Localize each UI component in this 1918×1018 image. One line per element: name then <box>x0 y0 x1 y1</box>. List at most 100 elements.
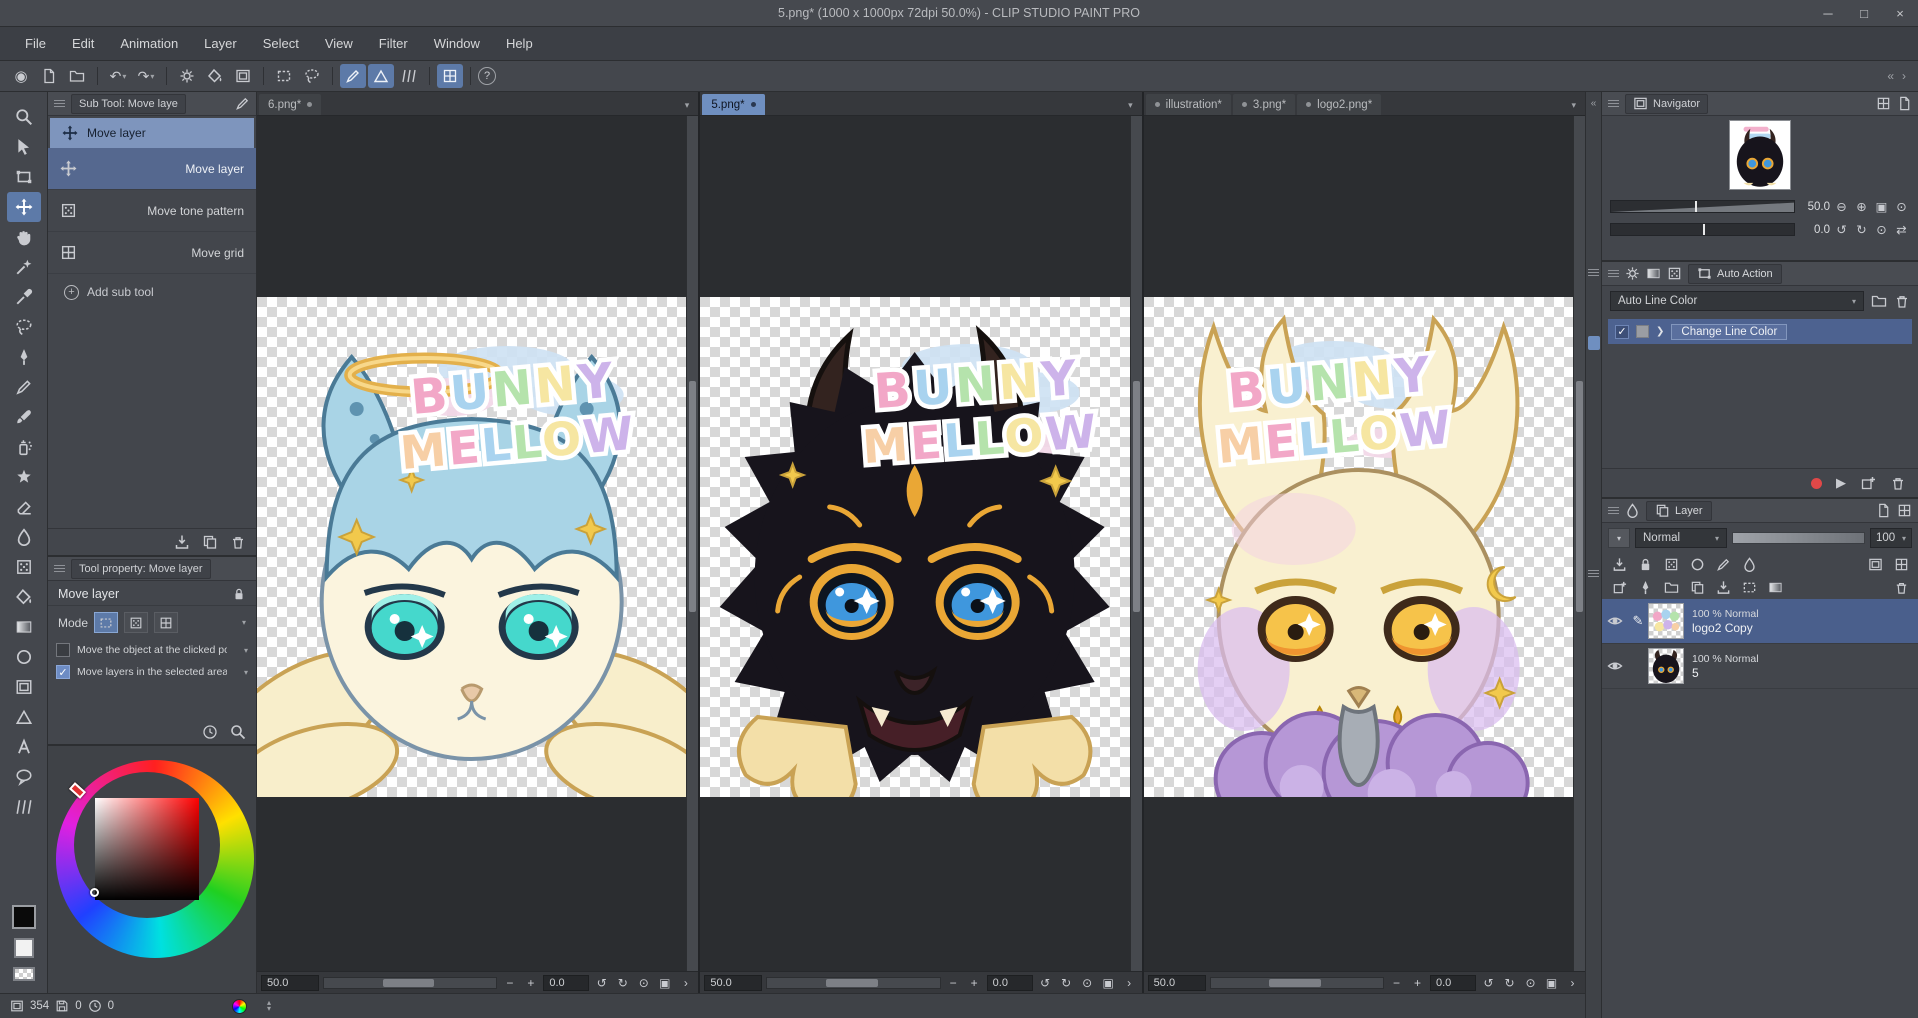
rotation-slider-marker[interactable] <box>1703 224 1705 235</box>
panel-grip-icon[interactable] <box>1588 570 1599 577</box>
more-options-chevron-icon[interactable]: › <box>677 974 694 991</box>
play-button[interactable]: ▶ <box>1836 475 1846 491</box>
checkbox-unchecked-icon[interactable] <box>56 643 70 657</box>
more-options-chevron-icon[interactable]: › <box>1564 974 1581 991</box>
mode-move-layer-button[interactable] <box>94 612 118 633</box>
horizontal-scrollbar[interactable] <box>1210 977 1384 989</box>
rotation-slider[interactable] <box>1610 223 1795 236</box>
zoom-value-box[interactable]: 50.0 <box>261 975 319 991</box>
zoom-out-button[interactable]: − <box>501 974 518 991</box>
new-set-icon[interactable] <box>1871 293 1887 309</box>
zoom-value-box[interactable]: 50.0 <box>1148 975 1206 991</box>
layer-list-icon[interactable] <box>1897 503 1912 518</box>
tab-3png[interactable]: 3.png* <box>1233 94 1295 115</box>
tool-lasso[interactable] <box>7 312 41 342</box>
tool-zoom[interactable] <box>7 102 41 132</box>
more-options-chevron-icon[interactable]: › <box>1121 974 1138 991</box>
deselect-button[interactable] <box>299 64 325 88</box>
sub-color-swatch[interactable] <box>14 938 34 958</box>
tool-auto-select[interactable] <box>7 252 41 282</box>
rotate-ccw-button[interactable]: ↺ <box>1833 221 1850 238</box>
tool-decoration[interactable] <box>7 462 41 492</box>
maximize-button[interactable]: □ <box>1846 0 1882 26</box>
add-sub-tool-button[interactable]: + Add sub tool <box>48 274 256 310</box>
create-mask-icon[interactable] <box>1738 578 1760 597</box>
enable-mask-icon[interactable] <box>1686 555 1708 574</box>
tool-pen[interactable] <box>7 342 41 372</box>
tool-object[interactable] <box>7 162 41 192</box>
expand-collapse-chevrons-icon[interactable]: ▴▾ <box>267 1000 271 1012</box>
horizontal-scrollbar-thumb[interactable] <box>1269 979 1321 987</box>
tool-balloon[interactable] <box>7 762 41 792</box>
two-pane-icon[interactable] <box>1864 555 1886 574</box>
zoom-in-button[interactable]: + <box>1409 974 1426 991</box>
rotation-value-box[interactable]: 0.0 <box>1430 975 1476 991</box>
menu-layer[interactable]: Layer <box>191 30 250 57</box>
zoom-out-button[interactable]: − <box>1388 974 1405 991</box>
rotate-cw-button[interactable]: ↻ <box>1853 221 1870 238</box>
undo-button[interactable]: ↶▾ <box>105 64 131 88</box>
saturation-value-box[interactable] <box>95 798 199 900</box>
sv-selector-dot[interactable] <box>90 888 99 897</box>
expand-arrow-icon[interactable]: ❯ <box>1656 326 1664 337</box>
vertical-scrollbar[interactable] <box>1130 116 1142 971</box>
record-button[interactable] <box>1811 478 1822 489</box>
layer-thumbnail[interactable] <box>1648 603 1684 639</box>
set-as-draft-icon[interactable] <box>1712 555 1734 574</box>
snap-to-special-ruler-button[interactable] <box>368 64 394 88</box>
layer-thumbnail[interactable] <box>1648 648 1684 684</box>
tool-operation[interactable] <box>7 132 41 162</box>
grid-view-button[interactable] <box>437 64 463 88</box>
rotate-ccw-button[interactable]: ↺ <box>593 974 610 991</box>
help-button[interactable]: ? <box>478 67 496 85</box>
auto-action-item-change-line-color[interactable]: ❯ Change Line Color <box>1608 319 1912 344</box>
horizontal-scrollbar-thumb[interactable] <box>826 979 878 987</box>
layer-visibility-toggle[interactable] <box>1602 658 1628 674</box>
open-file-button[interactable] <box>64 64 90 88</box>
panel-tab-icon-3[interactable] <box>1667 266 1682 281</box>
grid-button[interactable] <box>230 64 256 88</box>
palette-button[interactable]: ▾ <box>1608 528 1630 548</box>
collapse-left-icon[interactable]: « <box>1887 69 1894 83</box>
reference-layer-icon[interactable] <box>1738 555 1760 574</box>
tab-illustration[interactable]: illustration* <box>1146 94 1231 115</box>
new-document-button[interactable] <box>36 64 62 88</box>
redo-button[interactable]: ↷▾ <box>133 64 159 88</box>
rotate-ccw-button[interactable]: ↺ <box>1480 974 1497 991</box>
panel-grip-icon[interactable] <box>1608 100 1619 107</box>
reset-rotation-button[interactable]: ⊙ <box>1522 974 1539 991</box>
menu-file[interactable]: File <box>12 30 59 57</box>
menu-select[interactable]: Select <box>250 30 312 57</box>
tool-flow-line[interactable] <box>7 792 41 822</box>
checkbox-checked-icon[interactable] <box>56 665 70 679</box>
vertical-scrollbar[interactable] <box>1573 116 1585 971</box>
option-move-layers-in-selected-area[interactable]: Move layers in the selected area ▾ <box>48 661 256 683</box>
tool-eyedropper[interactable] <box>7 282 41 312</box>
sub-tool-item-move-layer[interactable]: Move layer <box>48 148 256 190</box>
new-raster-layer-icon[interactable] <box>1608 578 1630 597</box>
delete-action-icon[interactable] <box>1890 475 1906 491</box>
vertical-scrollbar-thumb[interactable] <box>1133 381 1140 612</box>
close-button[interactable]: × <box>1882 0 1918 26</box>
fit-to-screen-button[interactable]: ▣ <box>1100 974 1117 991</box>
option-move-clicked-object[interactable]: Move the object at the clicked po ▾ <box>48 639 256 661</box>
lock-transparent-pixels-icon[interactable] <box>1660 555 1682 574</box>
tool-property-tab[interactable]: Tool property: Move layer <box>71 559 211 579</box>
color-mix-indicator-icon[interactable] <box>232 999 247 1014</box>
checkbox-checked-icon[interactable] <box>1615 325 1629 339</box>
tool-frame-border[interactable] <box>7 672 41 702</box>
delete-sub-tool-icon[interactable] <box>230 534 246 550</box>
zoom-in-button[interactable]: + <box>522 974 539 991</box>
mode-expand-icon[interactable]: ▾ <box>242 618 246 627</box>
menu-filter[interactable]: Filter <box>366 30 421 57</box>
tool-tone[interactable] <box>7 552 41 582</box>
layer-property-icon[interactable] <box>1625 503 1640 518</box>
vertical-scrollbar-thumb[interactable] <box>1576 381 1583 612</box>
panel-grip-icon[interactable] <box>1608 270 1619 277</box>
main-color-swatch[interactable] <box>12 905 36 929</box>
tab-list-chevron-icon[interactable]: ▾ <box>1128 100 1138 115</box>
add-action-icon[interactable] <box>1860 475 1876 491</box>
new-vector-layer-icon[interactable] <box>1634 578 1656 597</box>
canvas-5png[interactable]: BUNNY MELLOW <box>700 297 1129 797</box>
select-rectangle-button[interactable] <box>271 64 297 88</box>
